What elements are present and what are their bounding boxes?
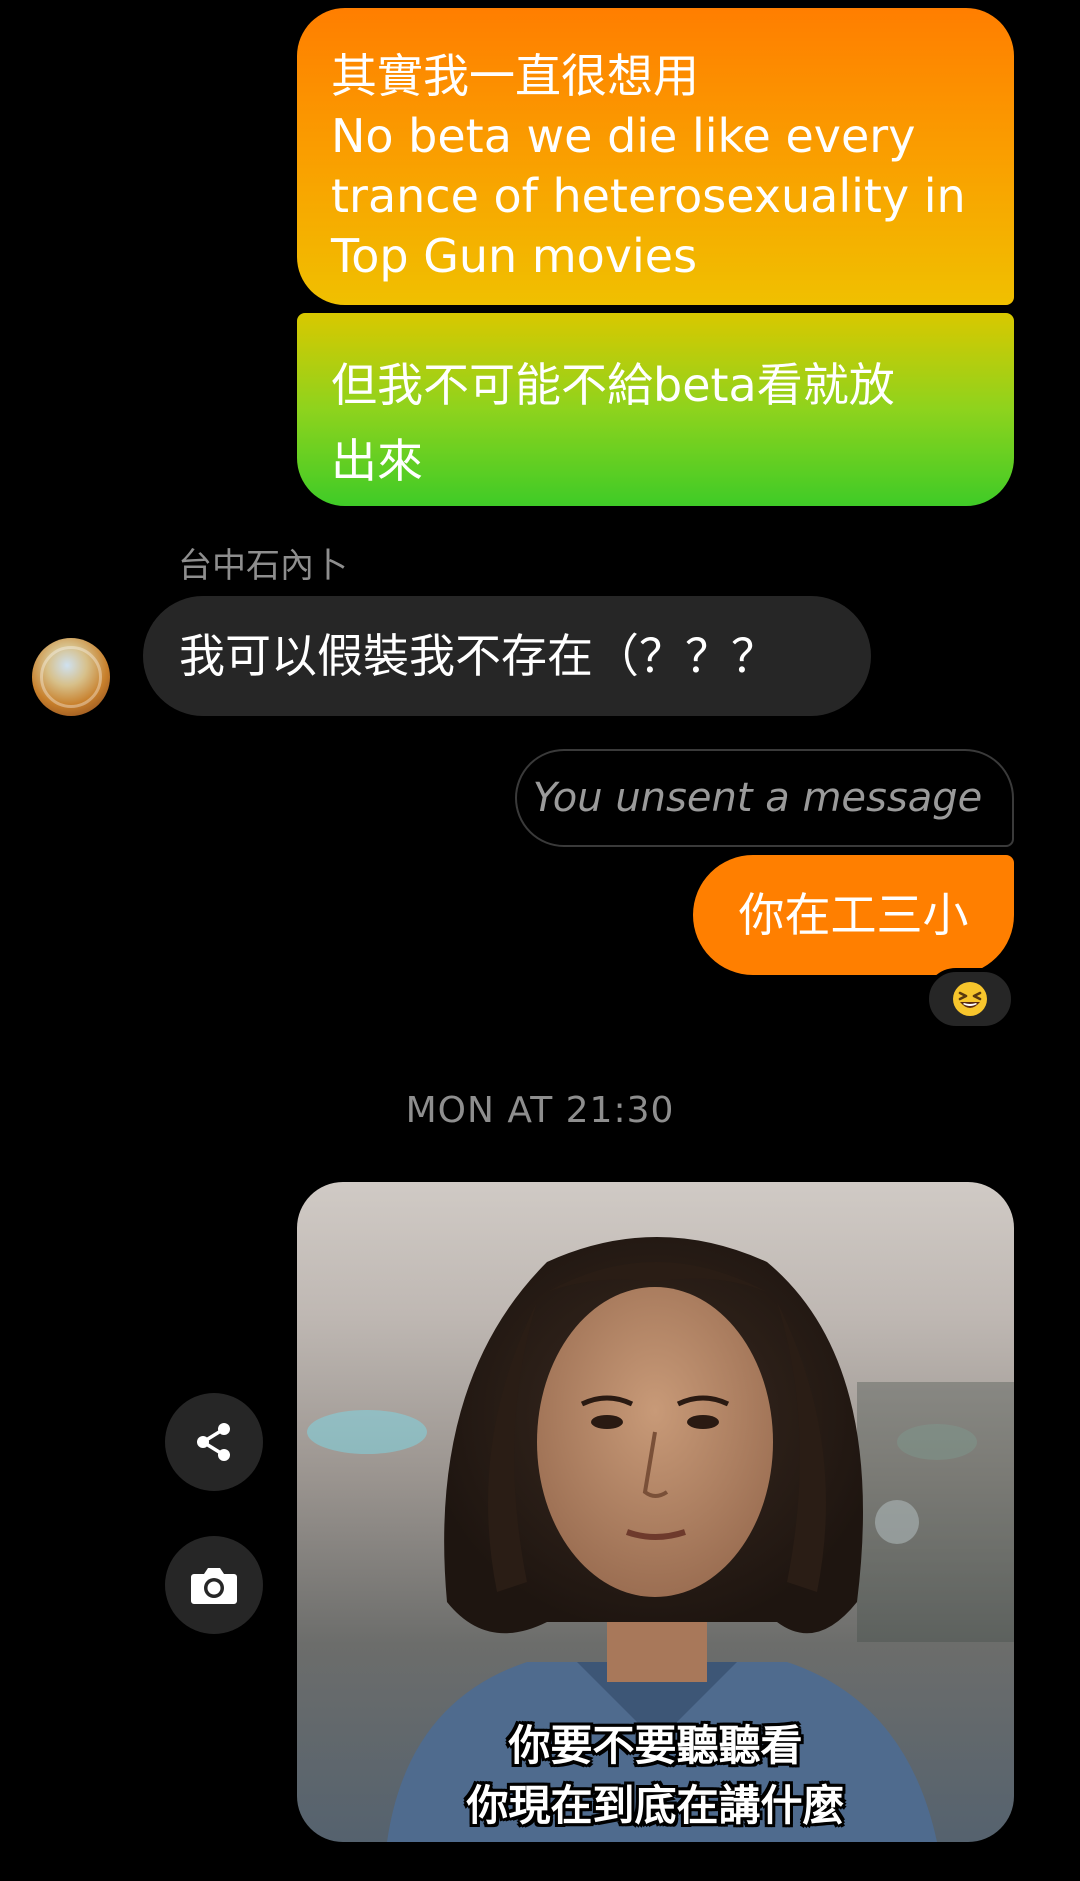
- avatar-ring: [40, 646, 102, 708]
- sender-name: 台中石內卜: [178, 546, 348, 586]
- outgoing-message-bubble[interactable]: 但我不可能不給beta看就放 出來: [297, 313, 1014, 506]
- video-subtitle-line: 你要不要聽聽看: [508, 1721, 803, 1770]
- share-button[interactable]: [165, 1393, 263, 1491]
- camera-button[interactable]: [165, 1536, 263, 1634]
- unsent-message-notice: You unsent a message: [515, 749, 1014, 847]
- message-text-line: 出來: [331, 434, 423, 488]
- incoming-message-bubble[interactable]: 我可以假裝我不存在（？？？: [143, 596, 871, 716]
- reaction-badge[interactable]: [925, 968, 1015, 1030]
- avatar[interactable]: [32, 638, 110, 716]
- message-text-line: trance of heterosexuality in: [331, 169, 966, 223]
- video-subtitle-line: 你現在到底在講什麼: [466, 1781, 845, 1830]
- share-icon: [197, 1423, 230, 1461]
- message-text-line: 但我不可能不給beta看就放: [331, 358, 895, 412]
- timestamp: MON AT 21:30: [405, 1090, 675, 1131]
- camera-icon: [191, 1568, 237, 1604]
- outgoing-message-bubble[interactable]: 其實我一直很想用 No beta we die like every tranc…: [297, 8, 1014, 305]
- laughing-emoji-icon: [953, 982, 987, 1016]
- image-message[interactable]: 你要不要聽聽看 你現在到底在講什麼: [297, 1182, 1014, 1842]
- outgoing-message-bubble[interactable]: 你在工三小: [693, 855, 1014, 975]
- message-text-line: No beta we die like every: [331, 109, 916, 163]
- message-text-line: Top Gun movies: [331, 229, 698, 283]
- message-text-line: 其實我一直很想用: [331, 49, 699, 103]
